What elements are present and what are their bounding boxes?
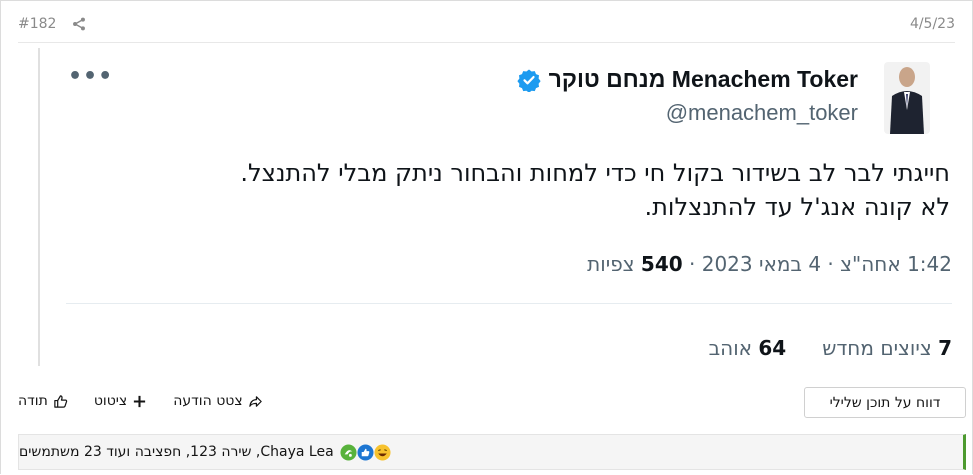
tweet-timestamp[interactable]: 1:42 אחה"צ · 4 במאי 2023 · [683, 252, 952, 276]
reaction-icons [340, 443, 391, 461]
post-number[interactable]: #182 [18, 16, 56, 32]
tweet-handle[interactable]: @menachem_toker [666, 100, 858, 126]
display-name[interactable]: Menachem Toker מנחם טוקר [549, 66, 858, 93]
retweets-label: ציוצים מחדש [822, 336, 932, 360]
quote-button[interactable]: ציטוט [94, 393, 147, 409]
verified-badge-icon [517, 68, 541, 93]
reply-arrow-icon [248, 395, 262, 407]
thanks-button[interactable]: תודה [18, 393, 68, 409]
retweets-count: 7 [938, 336, 952, 360]
post-header: #182 4/5/23 [18, 12, 955, 43]
tweet-text-line: חייגתי לבר לב בשידור בקול חי כדי למחות ו… [240, 159, 950, 187]
tweet-text: חייגתי לבר לב בשידור בקול חי כדי למחות ו… [90, 156, 950, 224]
share-icon[interactable] [72, 17, 86, 31]
like-icon[interactable] [357, 443, 374, 461]
views-label: צפיות [587, 252, 635, 276]
thumbs-up-icon [54, 394, 68, 408]
more-options-icon[interactable]: ••• [68, 64, 113, 89]
likes-label: אוהב [708, 336, 753, 360]
laugh-icon[interactable] [374, 443, 391, 461]
quote-message-label: צטט הודעה [173, 393, 243, 409]
post-actions: צטט הודעה ציטוט תודה [18, 393, 263, 409]
embedded-tweet: Menachem Toker מנחם טוקר @menachem_toker… [38, 48, 970, 366]
quote-message-button[interactable]: צטט הודעה [173, 393, 262, 409]
divider [66, 303, 952, 304]
views-count: 540 [640, 252, 683, 276]
thanks-label: תודה [18, 393, 48, 409]
thanks-icon[interactable] [340, 443, 357, 461]
tweet-meta: 1:42 אחה"צ · 4 במאי 2023 · 540 צפיות [587, 252, 952, 276]
likes-stat[interactable]: 64 אוהב [709, 336, 787, 360]
retweets-stat[interactable]: 7 ציוצים מחדש [822, 336, 952, 360]
likes-count: 64 [758, 336, 787, 360]
avatar[interactable] [884, 62, 930, 134]
tweet-author[interactable]: Menachem Toker מנחם טוקר [517, 66, 858, 93]
tweet-stats: 7 ציוצים מחדש 64 אוהב [709, 336, 952, 360]
reactions-bar: Chaya Lea, שירה 123, חפציבה ועוד 23 משתמ… [18, 434, 966, 470]
tweet-text-line: לא קונה אנג'ל עד להתנצלות. [644, 193, 950, 221]
report-button[interactable]: דווח על תוכן שלילי [804, 387, 966, 418]
reactions-users[interactable]: Chaya Lea, שירה 123, חפציבה ועוד 23 משתמ… [19, 444, 334, 460]
post-date[interactable]: 4/5/23 [910, 16, 955, 32]
quote-label: ציטוט [93, 393, 128, 409]
plus-icon [134, 395, 146, 407]
